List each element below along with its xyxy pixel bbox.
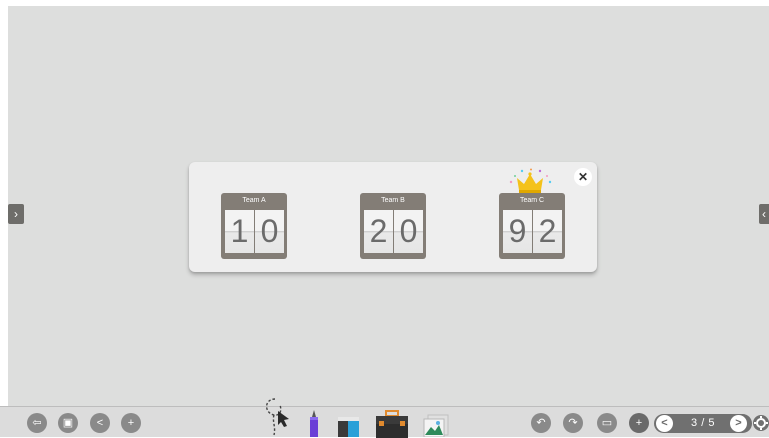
share-button[interactable]: <	[90, 413, 110, 433]
next-page-button[interactable]: >	[730, 415, 747, 432]
chevron-left-icon: <	[661, 417, 668, 429]
score-digit-tens[interactable]: 1	[225, 210, 254, 253]
share-icon: <	[96, 417, 104, 429]
chevron-right-icon: >	[735, 417, 742, 429]
undo-icon: ↶	[536, 417, 546, 429]
right-panel-toggle[interactable]: ‹	[759, 204, 769, 224]
score-digit-tens[interactable]: 9	[503, 210, 532, 253]
redo-icon: ↷	[568, 417, 578, 429]
team-name: Team C	[519, 197, 545, 204]
toolbox-icon[interactable]	[375, 410, 409, 438]
score-digit-ones[interactable]: 0	[255, 210, 284, 253]
undo-button[interactable]: ↶	[531, 413, 551, 433]
exit-icon: ⇦	[32, 417, 42, 429]
bottom-toolbar: ⇦ ▣ < + ↶ ↷ ▭ + < 3 / 5 >	[0, 398, 769, 438]
left-panel-toggle[interactable]: ›	[8, 204, 24, 224]
add-page-button[interactable]: +	[629, 413, 649, 433]
image-icon[interactable]	[422, 413, 450, 437]
page-navigator: < 3 / 5 >	[654, 414, 752, 433]
pen-icon[interactable]	[307, 409, 321, 437]
team-name: Team B	[381, 197, 405, 204]
team-score-card: Team C 9 2	[499, 193, 565, 259]
chevron-right-icon: ›	[14, 207, 18, 221]
eraser-icon[interactable]	[337, 411, 361, 437]
chevron-left-icon: ‹	[762, 207, 766, 221]
save-button[interactable]: ▣	[58, 413, 78, 433]
score-digit-tens[interactable]: 2	[364, 210, 393, 253]
page-indicator: 3 / 5	[691, 417, 715, 429]
save-icon: ▣	[62, 417, 74, 429]
add-page-icon: +	[635, 417, 643, 429]
add-user-button[interactable]: +	[121, 413, 141, 433]
window-button[interactable]: ▭	[597, 413, 617, 433]
redo-button[interactable]: ↷	[563, 413, 583, 433]
close-button[interactable]: ✕	[574, 168, 592, 186]
score-digit-ones[interactable]: 0	[394, 210, 423, 253]
score-digit-ones[interactable]: 2	[533, 210, 562, 253]
scoreboard-widget[interactable]: ✕ Team A 1 0 Team B 2 0 Team C 9 2	[189, 162, 597, 272]
team-score-card: Team B 2 0	[360, 193, 426, 259]
exit-button[interactable]: ⇦	[27, 413, 47, 433]
team-name: Team A	[242, 197, 266, 204]
window-icon: ▭	[601, 417, 613, 429]
settings-icon[interactable]	[751, 413, 769, 433]
crown-icon	[509, 168, 552, 193]
team-score-card: Team A 1 0	[221, 193, 287, 259]
add-user-icon: +	[127, 417, 135, 429]
lasso-select-icon[interactable]	[262, 395, 292, 437]
previous-page-button[interactable]: <	[656, 415, 673, 432]
